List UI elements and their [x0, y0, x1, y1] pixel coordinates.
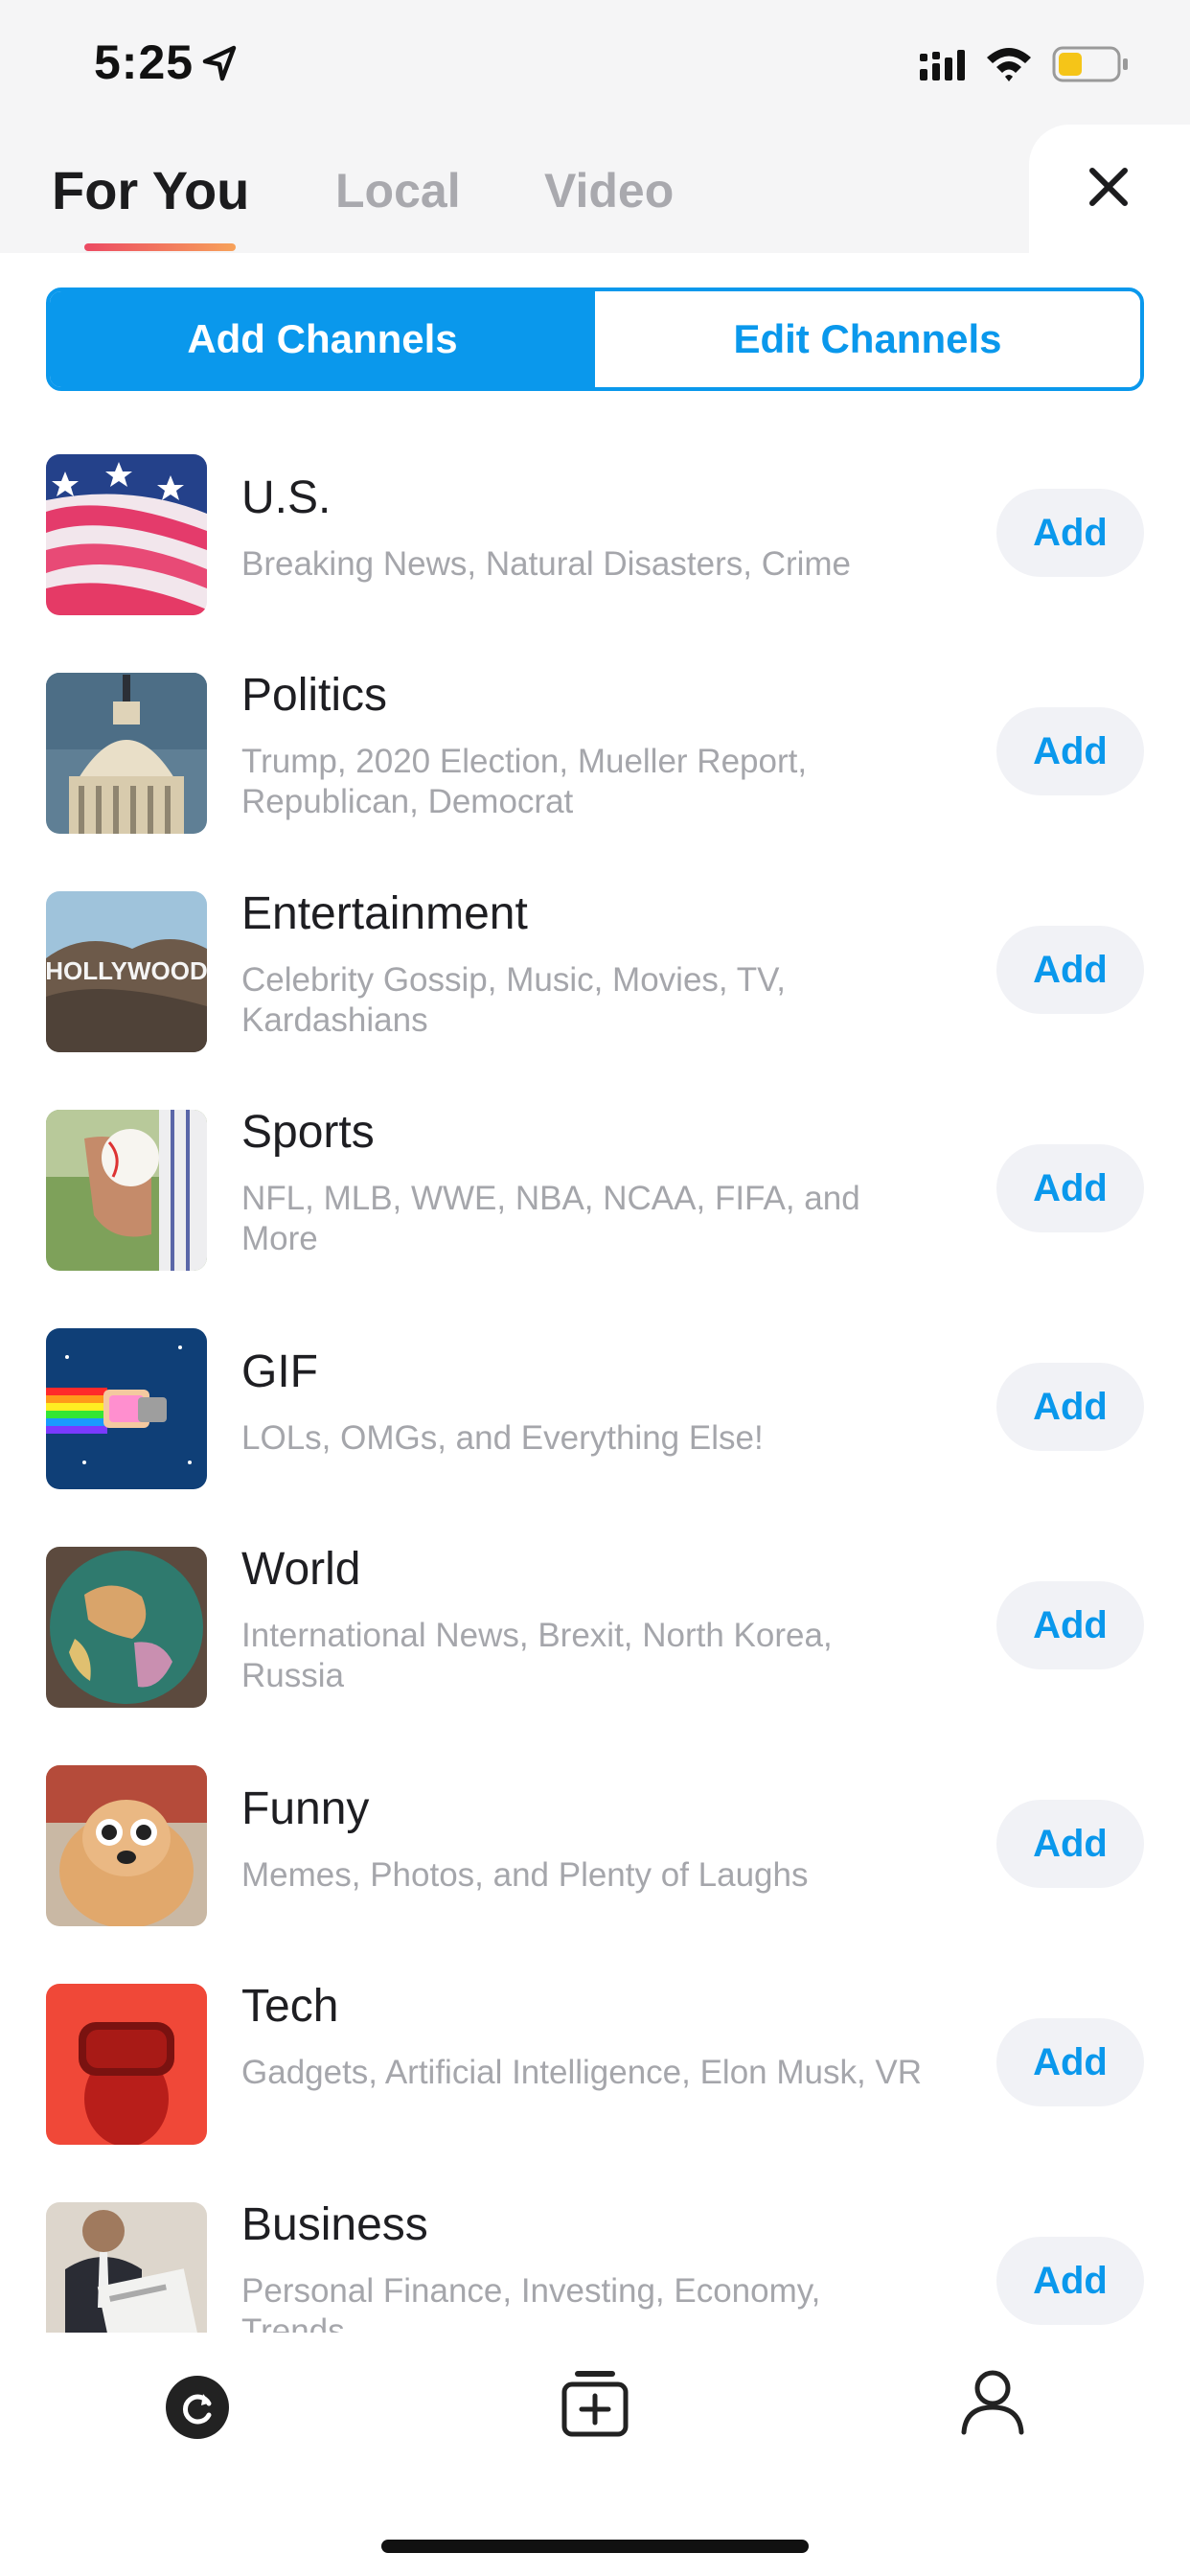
- wifi-icon: [987, 48, 1031, 81]
- edit-channels-button[interactable]: Edit Channels: [595, 291, 1140, 387]
- channel-description: Memes, Photos, and Plenty of Laughs: [241, 1856, 809, 1894]
- add-channel-button[interactable]: Add: [996, 707, 1144, 795]
- cellular-signal-icon: [920, 50, 965, 80]
- businessman-thumbnail: [46, 2202, 207, 2333]
- close-icon[interactable]: [1085, 163, 1133, 211]
- status-time: 5:25: [94, 35, 195, 89]
- channel-name: Entertainment: [241, 888, 528, 939]
- vr-headset-thumbnail: [46, 1984, 207, 2145]
- channel-list: U.S. Breaking News, Natural Disasters, C…: [0, 445, 1190, 2333]
- channel-description: Gadgets, Artificial Intelligence, Elon M…: [241, 2054, 923, 2091]
- channel-item-business[interactable]: Business Personal Finance, Investing, Ec…: [0, 2193, 1190, 2333]
- channel-item-gif[interactable]: GIF LOLs, OMGs, and Everything Else! Add: [0, 1319, 1190, 1537]
- screen: 5:25 For You Local Video Add Channels Ed…: [0, 0, 1190, 2576]
- add-channel-button[interactable]: Add: [996, 1800, 1144, 1888]
- hollywood-sign-thumbnail: HOLLYWOOD: [46, 891, 207, 1052]
- add-channel-button[interactable]: Add: [996, 489, 1144, 577]
- hollywood-sign-text: HOLLYWOOD: [46, 956, 207, 985]
- refresh-icon[interactable]: [165, 2375, 230, 2440]
- channel-description: Celebrity Gossip, Music, Movies, TV, Kar…: [241, 961, 786, 1039]
- add-channel-button[interactable]: Add: [996, 2018, 1144, 2106]
- baseball-thumbnail: [46, 1110, 207, 1271]
- us-flag-thumbnail: [46, 454, 207, 615]
- location-arrow-icon: [202, 45, 237, 81]
- channel-item-tech[interactable]: Tech Gadgets, Artificial Intelligence, E…: [0, 1974, 1190, 2193]
- channel-item-funny[interactable]: Funny Memes, Photos, and Plenty of Laugh…: [0, 1756, 1190, 1974]
- channel-name: GIF: [241, 1346, 318, 1397]
- add-channel-icon[interactable]: [561, 2369, 629, 2438]
- globe-thumbnail: [46, 1547, 207, 1708]
- tab-for-you[interactable]: For You: [52, 159, 249, 221]
- channel-name: Business: [241, 2199, 428, 2250]
- add-channel-button[interactable]: Add: [996, 1144, 1144, 1232]
- profile-icon[interactable]: [958, 2367, 1027, 2436]
- channel-item-entertainment[interactable]: HOLLYWOOD Entertainment Celebrity Gossip…: [0, 882, 1190, 1100]
- channel-item-sports[interactable]: Sports NFL, MLB, WWE, NBA, NCAA, FIFA, a…: [0, 1100, 1190, 1319]
- channel-item-world[interactable]: World International News, Brexit, North …: [0, 1537, 1190, 1756]
- channel-item-us[interactable]: U.S. Breaking News, Natural Disasters, C…: [0, 445, 1190, 663]
- channel-name: Tech: [241, 1981, 339, 2032]
- channel-item-politics[interactable]: Politics Trump, 2020 Election, Mueller R…: [0, 663, 1190, 882]
- active-tab-indicator: [84, 243, 236, 251]
- bottom-navigation: [0, 2333, 1190, 2576]
- channel-description: Breaking News, Natural Disasters, Crime: [241, 545, 852, 583]
- add-channel-button[interactable]: Add: [996, 926, 1144, 1014]
- dog-sunglasses-thumbnail: [46, 1765, 207, 1926]
- channel-name: Funny: [241, 1783, 370, 1834]
- capitol-dome-thumbnail: [46, 673, 207, 834]
- home-indicator: [381, 2540, 809, 2553]
- channel-description: Trump, 2020 Election, Mueller Report, Re…: [241, 743, 808, 820]
- add-channel-button[interactable]: Add: [996, 2237, 1144, 2325]
- add-channel-button[interactable]: Add: [996, 1581, 1144, 1669]
- channel-name: U.S.: [241, 472, 332, 523]
- channel-name: Politics: [241, 670, 388, 721]
- add-channels-button[interactable]: Add Channels: [50, 291, 595, 387]
- channel-description: NFL, MLB, WWE, NBA, NCAA, FIFA, and More: [241, 1180, 860, 1257]
- tab-local[interactable]: Local: [335, 163, 461, 218]
- channel-description: Personal Finance, Investing, Economy, Tr…: [241, 2272, 821, 2333]
- channel-name: Sports: [241, 1107, 375, 1158]
- channel-name: World: [241, 1544, 361, 1595]
- battery-low-icon: [1052, 46, 1128, 82]
- channel-description: LOLs, OMGs, and Everything Else!: [241, 1419, 764, 1457]
- add-channel-button[interactable]: Add: [996, 1363, 1144, 1451]
- tab-video[interactable]: Video: [544, 163, 674, 218]
- nyan-cat-thumbnail: [46, 1328, 207, 1489]
- channels-segmented-control: Add Channels Edit Channels: [46, 288, 1144, 391]
- channel-description: International News, Brexit, North Korea,…: [241, 1617, 833, 1694]
